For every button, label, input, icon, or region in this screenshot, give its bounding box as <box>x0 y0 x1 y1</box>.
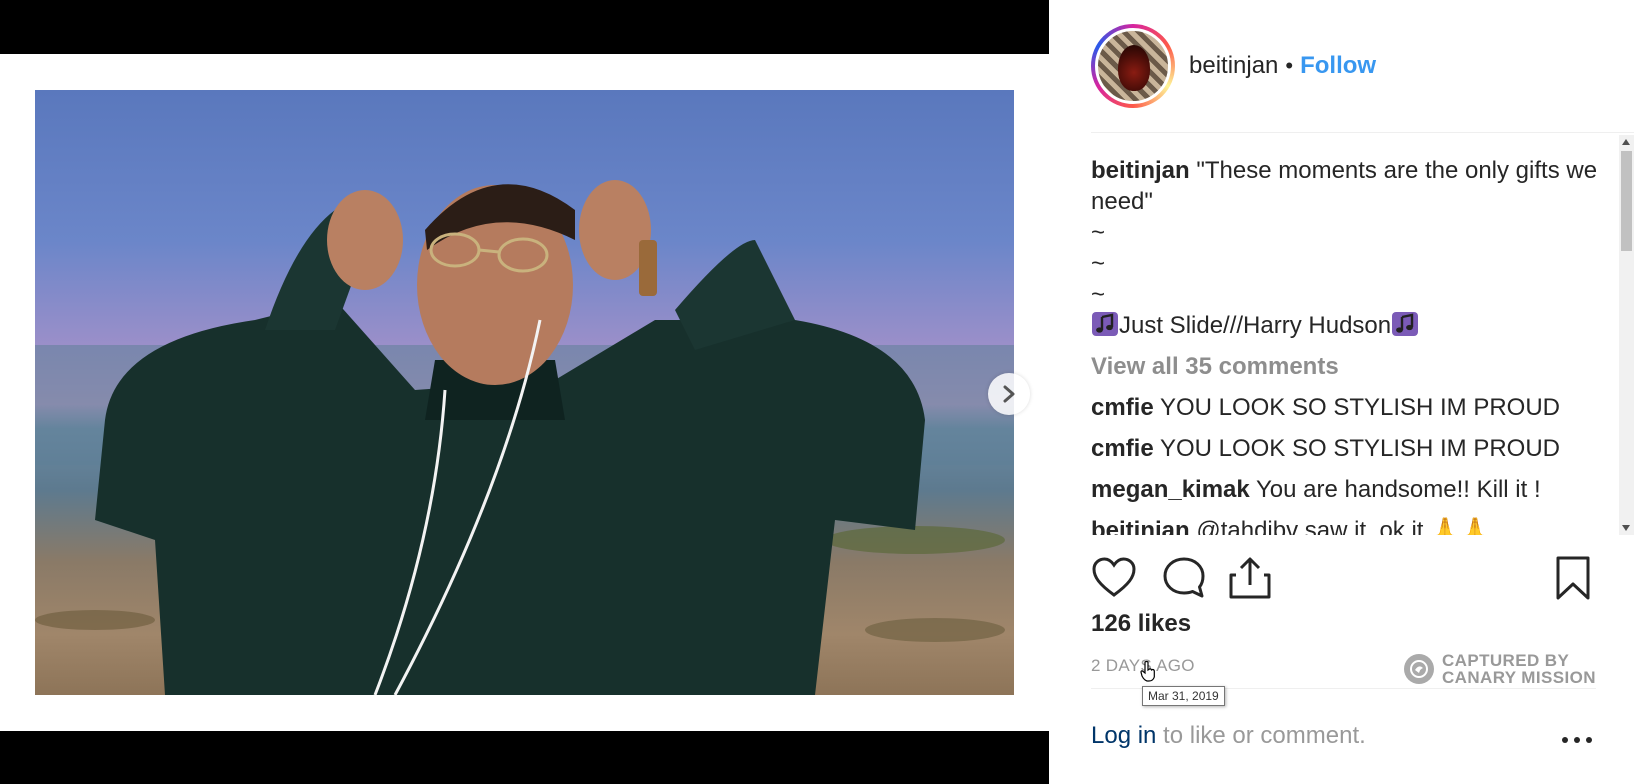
caption-song: Just Slide///Harry Hudson <box>1119 312 1392 339</box>
comment-username[interactable]: megan_kimak <box>1091 476 1250 503</box>
date-tooltip: Mar 31, 2019 <box>1142 686 1225 706</box>
music-note-icon <box>1092 312 1118 336</box>
caption-tilde: ~ <box>1091 219 1106 246</box>
canary-logo-icon <box>1404 654 1434 684</box>
comment-username[interactable]: cmfie <box>1091 435 1154 462</box>
scroll-thumb[interactable] <box>1621 151 1632 251</box>
heart-icon[interactable] <box>1091 555 1137 601</box>
watermark-line-1: CAPTURED BY <box>1442 651 1570 670</box>
more-dot <box>1586 737 1592 743</box>
comments-list: beitinjan "These moments are the only gi… <box>1091 155 1621 535</box>
header-divider <box>1091 132 1634 133</box>
letterbox-top <box>0 0 1049 54</box>
header-username[interactable]: beitinjan <box>1189 52 1278 80</box>
follow-button[interactable]: Follow <box>1300 52 1376 80</box>
comment-row: megan_kimak You are handsome!! Kill it ! <box>1091 474 1621 505</box>
more-dot <box>1574 737 1580 743</box>
comment-username[interactable]: cmfie <box>1091 394 1154 421</box>
caption-username[interactable]: beitinjan <box>1091 157 1190 184</box>
post-header: beitinjan • Follow <box>1091 24 1376 108</box>
bookmark-icon[interactable] <box>1550 555 1596 601</box>
more-dot <box>1562 737 1568 743</box>
login-prompt: Log in to like or comment. <box>1091 722 1366 750</box>
chevron-right-icon <box>1003 385 1015 403</box>
comment-text: YOU LOOK SO STYLISH IM PROUD <box>1159 435 1561 462</box>
login-link[interactable]: Log in <box>1091 722 1156 749</box>
caption-tilde: ~ <box>1091 250 1106 277</box>
hand-cursor-icon <box>1140 660 1155 682</box>
watermark-line-2: CANARY MISSION <box>1442 668 1596 687</box>
photo-illustration <box>35 180 1014 695</box>
comment-bubble-icon[interactable] <box>1161 555 1207 601</box>
view-all-comments-link[interactable]: View all 35 comments <box>1091 351 1621 382</box>
comment-row: cmfie YOU LOOK SO STYLISH IM PROUD <box>1091 433 1621 464</box>
caption: beitinjan "These moments are the only gi… <box>1091 155 1621 217</box>
separator-dot: • <box>1285 53 1294 78</box>
caption-tilde: ~ <box>1091 281 1106 308</box>
letterbox-bottom <box>0 731 1049 784</box>
action-bar <box>1091 555 1596 601</box>
comment-text: @tahdjbv saw it, ok it 🙏🙏 <box>1196 517 1490 535</box>
comments-scrollbar[interactable] <box>1619 135 1634 535</box>
scroll-down-arrow-icon[interactable] <box>1622 525 1630 531</box>
comment-text: YOU LOOK SO STYLISH IM PROUD <box>1159 394 1561 421</box>
comment-row: cmfie YOU LOOK SO STYLISH IM PROUD <box>1091 392 1621 423</box>
likes-count[interactable]: 126 likes <box>1091 610 1191 638</box>
avatar-image <box>1095 28 1171 104</box>
watermark-text: CAPTURED BY CANARY MISSION <box>1442 652 1596 686</box>
more-options-icon[interactable] <box>1562 730 1592 750</box>
share-icon[interactable] <box>1227 555 1273 601</box>
watermark: CAPTURED BY CANARY MISSION <box>1404 652 1596 686</box>
post-photo[interactable] <box>35 90 1014 695</box>
login-suffix: to like or comment. <box>1156 722 1366 749</box>
comment-row-partial: beitinjan @tahdjbv saw it, ok it 🙏🙏 <box>1091 515 1621 535</box>
media-pane <box>0 0 1049 784</box>
next-photo-button[interactable] <box>988 373 1030 415</box>
caption-song-line: Just Slide///Harry Hudson <box>1091 310 1621 341</box>
scroll-up-arrow-icon[interactable] <box>1622 139 1630 145</box>
music-note-icon <box>1392 312 1419 336</box>
comment-text: You are handsome!! Kill it ! <box>1256 476 1541 503</box>
comment-username[interactable]: beitinjan <box>1091 517 1190 535</box>
avatar[interactable] <box>1091 24 1175 108</box>
